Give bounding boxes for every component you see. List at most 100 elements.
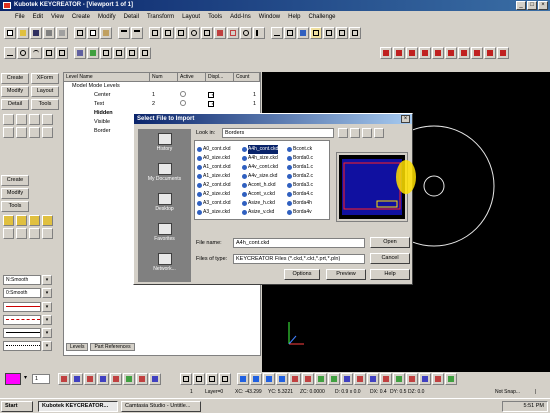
rect-icon[interactable] [43,47,55,59]
list-item[interactable]: Asize_v.ckd [242,208,286,217]
menu-view[interactable]: View [50,14,65,20]
view-2-icon[interactable] [367,373,379,385]
view-top-icon[interactable] [162,27,174,39]
preview-button[interactable]: Preview [326,269,366,280]
note-icon[interactable] [284,27,296,39]
menu-addins[interactable]: Add-Ins [229,14,252,20]
solid-tool-3-icon[interactable] [29,215,40,226]
bottom-tool-2-icon[interactable] [71,373,83,385]
list-item[interactable]: A4h_size.ckd [242,154,286,163]
place-network[interactable]: Network... [142,253,187,272]
solid-tool-7-icon[interactable] [29,228,40,239]
snap-icon-7[interactable] [458,47,470,59]
bottom-tool-6-icon[interactable] [123,373,135,385]
start-button[interactable]: Start [1,401,33,412]
snap-icon-10[interactable] [497,47,509,59]
tab-levels[interactable]: Levels [66,343,89,351]
arrow-right-icon[interactable] [250,373,262,385]
line-type-4[interactable] [3,341,41,351]
view-3-icon[interactable] [380,373,392,385]
list-item[interactable]: Borda4v [287,208,329,217]
arrow-up-icon[interactable] [263,373,275,385]
list-item[interactable]: A0_size.ckd [197,154,241,163]
col-level-name[interactable]: Level Name [64,73,150,81]
line-style-2[interactable]: 0:Smooth [3,288,41,298]
nav-tool-3-icon[interactable] [206,373,218,385]
nav-tool-4-icon[interactable] [219,373,231,385]
arrow-down-icon[interactable] [276,373,288,385]
view-7-icon[interactable] [432,373,444,385]
redo-icon[interactable] [131,27,143,39]
list-item[interactable]: A1_cont.ckd [197,163,241,172]
list-item-selected[interactable]: A4h_cont.ckd [242,145,286,154]
snap-icon-8[interactable] [471,47,483,59]
cancel-button[interactable]: Cancel [370,253,410,264]
new-file-icon[interactable] [4,27,16,39]
list-item[interactable]: Borda4h [287,199,329,208]
list-item[interactable]: Acont_h.ckd [242,181,286,190]
taskbar-item-camtasia[interactable]: Camtasia Studio - Untitle... [121,401,201,412]
display-checkbox[interactable]: ✓ [208,101,215,107]
options-button[interactable]: Options [284,269,320,280]
bottom-tool-8-icon[interactable] [149,373,161,385]
cut-icon[interactable] [74,27,86,39]
shade-icon[interactable] [214,27,226,39]
tool-icon-c[interactable] [126,47,138,59]
view-front-icon[interactable] [149,27,161,39]
menu-help[interactable]: Help [287,14,301,20]
chevron-down-icon[interactable]: ▾ [42,288,52,298]
zoom-in-icon[interactable] [315,373,327,385]
tool-icon-d[interactable] [139,47,151,59]
print-icon[interactable] [43,27,55,39]
view-4-icon[interactable] [393,373,405,385]
snap-icon-9[interactable] [484,47,496,59]
chevron-down-icon[interactable]: ▾ [42,341,52,351]
list-item[interactable]: A3_cont.ckd [197,199,241,208]
solid-tool-6-icon[interactable] [16,228,27,239]
undo-icon[interactable] [118,27,130,39]
snap-icon-1[interactable] [380,47,392,59]
tab-tools[interactable]: Tools [31,99,59,110]
select-mode-icon[interactable] [74,47,86,59]
menu-layout[interactable]: Layout [181,14,201,20]
list-item[interactable]: A2_size.ckd [197,190,241,199]
tab-xform[interactable]: XForm [31,73,59,84]
tool-rect-icon[interactable] [3,127,14,138]
file-list[interactable]: A0_cont.ckd A0_size.ckd A1_cont.ckd A1_s… [194,140,330,220]
view-menu-icon[interactable] [374,128,384,138]
wireframe-icon[interactable] [227,27,239,39]
solid-tool-8-icon[interactable] [42,228,53,239]
table-row[interactable]: Text 2 ✓ 1 [64,100,260,109]
list-item[interactable]: Bcont.ck [287,145,329,154]
arc-icon[interactable] [30,47,42,59]
up-folder-icon[interactable] [350,128,360,138]
chevron-down-icon[interactable]: ▾ [42,328,52,338]
chevron-down-icon[interactable]: ▾ [42,302,52,312]
poly-icon[interactable] [56,47,68,59]
entity-icon[interactable] [87,47,99,59]
line-style-1[interactable]: N:Smooth [3,275,41,285]
tab-create-2[interactable]: Create [1,175,29,186]
rotate-icon[interactable] [240,27,252,39]
close-button[interactable]: × [538,1,548,10]
rotate-left-icon[interactable] [289,373,301,385]
view-5-icon[interactable] [406,373,418,385]
circle-icon[interactable] [17,47,29,59]
file-type-select[interactable]: KEYCREATOR Files (*.ckd,*.ckt,*.prt,*.pl… [233,254,365,264]
print-preview-icon[interactable] [56,27,68,39]
arrow-left-icon[interactable] [237,373,249,385]
table-row[interactable]: Model Mode Levels [64,82,260,91]
tool-fillet-icon[interactable] [16,127,27,138]
active-radio[interactable] [180,100,186,106]
solid-tool-1-icon[interactable] [3,215,14,226]
solid-tool-2-icon[interactable] [16,215,27,226]
solid-tool-4-icon[interactable] [42,215,53,226]
menu-tools[interactable]: Tools [207,14,223,20]
line-type-1[interactable] [3,302,41,312]
dimension-icon[interactable] [271,27,283,39]
chevron-down-icon[interactable]: ▾ [42,275,52,285]
nav-tool-2-icon[interactable] [193,373,205,385]
tool-point-icon[interactable] [42,127,53,138]
taskbar-item-keycreator[interactable]: Kubotek KEYCREATOR... [38,401,118,412]
list-item[interactable]: A4v_cont.ckd [242,163,286,172]
